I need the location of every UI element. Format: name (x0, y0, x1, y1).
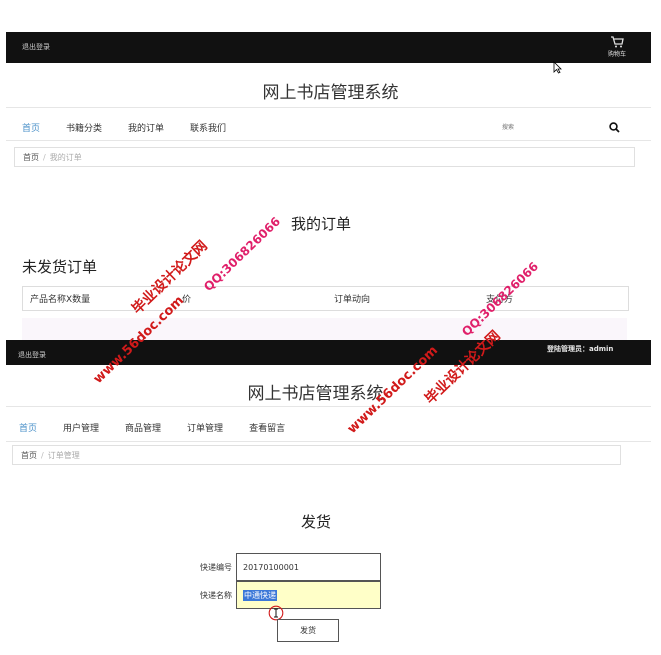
courier-name-input[interactable]: 中通快递 (236, 581, 381, 609)
admin-nav-orders[interactable]: 订单管理 (187, 421, 223, 434)
breadcrumb-separator: / (43, 152, 46, 162)
admin-nav-users[interactable]: 用户管理 (63, 421, 99, 434)
nav-book-categories[interactable]: 书籍分类 (66, 121, 102, 134)
admin-nav: 首页 用户管理 商品管理 订单管理 查看留言 (19, 421, 285, 434)
ship-page-title: 发货 (301, 513, 332, 531)
tracking-number-label: 快递编号 (200, 563, 232, 572)
breadcrumb-current: 我的订单 (49, 152, 82, 162)
cart-button[interactable]: 购物车 (602, 36, 632, 58)
shop-nav-divider (6, 140, 651, 141)
logout-link[interactable]: 退出登录 (22, 42, 50, 52)
tracking-number-input[interactable]: 20170100001 (236, 553, 381, 581)
ship-submit-button[interactable]: 发货 (277, 619, 339, 642)
admin-title-divider (6, 406, 651, 407)
shop-site-title: 网上书店管理系统 (262, 83, 399, 103)
table-empty-row (22, 318, 627, 340)
search-icon[interactable] (609, 122, 620, 133)
section-title: 未发货订单 (22, 258, 98, 276)
admin-breadcrumb-current: 订单管理 (47, 450, 80, 460)
mouse-pointer-icon (553, 61, 562, 74)
admin-nav-divider (6, 441, 651, 442)
breadcrumb: 首页 / 我的订单 (14, 147, 635, 167)
orders-table: 产品名称X数量 价 订单动向 支付方 (22, 286, 629, 311)
admin-logout-link[interactable]: 退出登录 (18, 350, 46, 360)
shop-title-divider (6, 107, 651, 108)
col-order-status: 订单动向 (334, 294, 371, 305)
watermark-qq-1: QQ:306826066 (201, 214, 284, 295)
breadcrumb-home[interactable]: 首页 (23, 152, 39, 163)
admin-breadcrumb-separator: / (41, 450, 44, 460)
courier-name-value: 中通快递 (243, 589, 277, 601)
courier-name-label: 快递名称 (200, 591, 232, 600)
admin-topbar: 退出登录 登陆管理员：admin (6, 340, 651, 365)
nav-home[interactable]: 首页 (22, 121, 40, 134)
admin-login-info: 登陆管理员：admin (547, 345, 614, 353)
search-input[interactable] (502, 122, 597, 132)
shop-nav: 首页 书籍分类 我的订单 联系我们 (22, 121, 226, 134)
nav-my-orders[interactable]: 我的订单 (128, 121, 164, 134)
orders-table-header: 产品名称X数量 价 订单动向 支付方 (23, 287, 628, 309)
col-price: 价 (182, 294, 192, 305)
cart-icon (611, 36, 624, 48)
admin-nav-products[interactable]: 商品管理 (125, 421, 161, 434)
page-title: 我的订单 (291, 215, 352, 233)
admin-breadcrumb: 首页 / 订单管理 (12, 445, 621, 465)
nav-contact-us[interactable]: 联系我们 (190, 121, 226, 134)
admin-nav-home[interactable]: 首页 (19, 421, 37, 434)
admin-breadcrumb-home[interactable]: 首页 (21, 450, 37, 461)
admin-nav-messages[interactable]: 查看留言 (249, 421, 285, 434)
shop-topbar: 退出登录 购物车 (6, 32, 651, 63)
tracking-number-value: 20170100001 (243, 562, 299, 572)
cart-label: 购物车 (607, 51, 626, 58)
